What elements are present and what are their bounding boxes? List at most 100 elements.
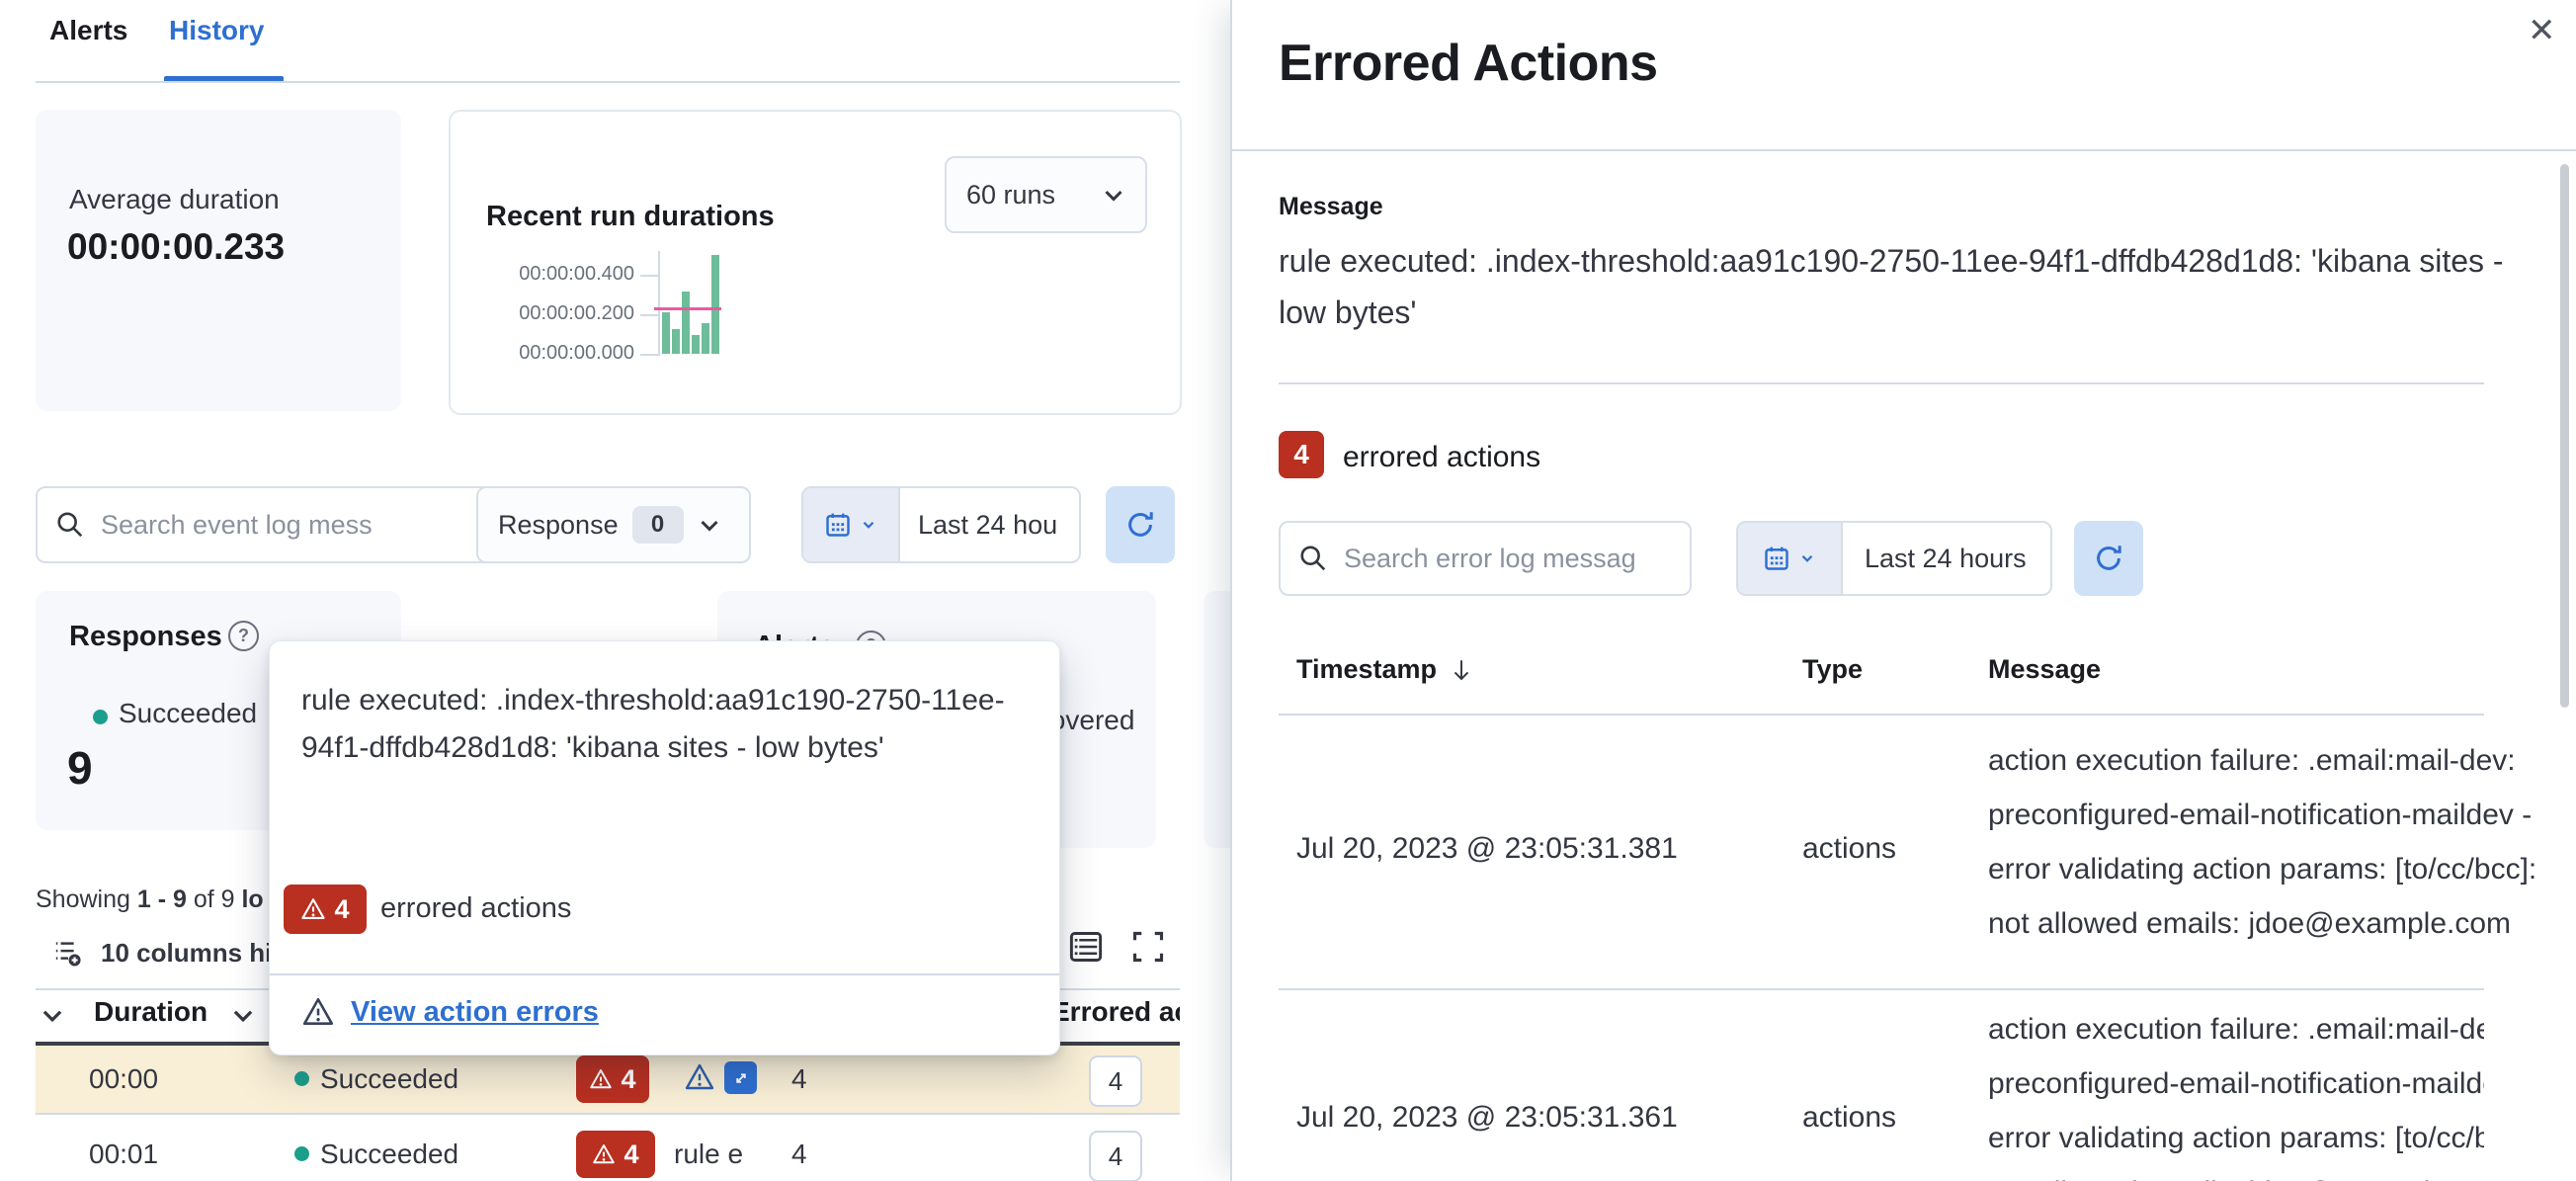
- flyout-scrollbar[interactable]: [2560, 164, 2569, 708]
- succeeded-count: 9: [67, 742, 93, 794]
- cell-type: actions: [1802, 832, 1897, 865]
- fullscreen-icon[interactable]: [1130, 929, 1166, 965]
- message-label: Message: [1279, 193, 1383, 220]
- cell-duration: 00:01: [89, 1139, 159, 1169]
- errored-actions-badge[interactable]: 4: [576, 1055, 649, 1103]
- succeeded-status-dot: [93, 710, 108, 724]
- cell-errored-actions[interactable]: 4: [1089, 1131, 1142, 1181]
- view-action-errors-link[interactable]: View action errors: [301, 995, 599, 1029]
- showing-of: of 9: [186, 886, 242, 913]
- columns-hidden-button[interactable]: 10 columns hid: [53, 937, 288, 969]
- showing-count-text: Showing 1 - 9 of 9 lo: [36, 886, 264, 914]
- timestamp-header-label: Timestamp: [1296, 654, 1438, 684]
- chart-tick-mark: [640, 275, 658, 277]
- help-icon[interactable]: ?: [228, 621, 259, 651]
- message-column-header[interactable]: Message: [1988, 654, 2101, 685]
- average-duration-value: 00:00:00.233: [67, 226, 286, 267]
- calendar-icon: [826, 513, 850, 537]
- error-log-search-input[interactable]: Search error log messag: [1279, 521, 1692, 596]
- chart-y-axis: [658, 251, 660, 356]
- refresh-button[interactable]: [2074, 521, 2143, 596]
- chevron-down-icon: [1801, 554, 1813, 562]
- column-actions-chevron-icon[interactable]: [230, 1002, 256, 1028]
- expand-cell-icon[interactable]: [724, 1061, 757, 1094]
- table-row[interactable]: 00:00 Succeeded 4 4 4: [36, 1046, 1180, 1113]
- warning-outline-icon: [302, 997, 334, 1025]
- cell-type: actions: [1802, 1101, 1897, 1134]
- date-range-label: Last 24 hours: [1865, 543, 2027, 573]
- chart-bar: [702, 323, 709, 354]
- showing-prefix: Showing: [36, 886, 137, 913]
- showing-suffix: lo: [241, 886, 264, 913]
- popover-message: rule executed: .index-threshold:aa91c190…: [301, 684, 1005, 764]
- date-quick-select-button[interactable]: [1738, 523, 1843, 594]
- cell-timestamp: Jul 20, 2023 @ 23:05:31.381: [1296, 832, 1678, 865]
- response-filter-button[interactable]: Response 0: [476, 486, 751, 563]
- errored-actions-flyout: Errored Actions ✕ Message rule executed:…: [1230, 0, 2576, 1181]
- errored-badge-count: 4: [334, 893, 350, 924]
- table-row[interactable]: Jul 20, 2023 @ 23:05:31.361 actions acti…: [1279, 990, 2484, 1181]
- view-action-errors-label: View action errors: [351, 995, 599, 1028]
- chart-ytick-label: 00:00:00.000: [519, 342, 634, 364]
- cell-alerts-count: 4: [791, 1139, 807, 1169]
- tab-alerts[interactable]: Alerts: [49, 15, 127, 46]
- chevron-down-icon: [863, 521, 874, 529]
- average-duration-card: Average duration 00:00:00.233: [36, 110, 401, 411]
- errored-actions-label: errored actions: [380, 892, 572, 924]
- cell-message: action execution failure: .email:mail-de…: [1988, 744, 2537, 940]
- popover-divider: [270, 973, 1059, 975]
- warning-icon: [301, 898, 326, 919]
- cell-errored-actions[interactable]: 4: [1089, 1055, 1142, 1107]
- recent-run-durations-card: Recent run durations 60 runs 00:00:00.00…: [449, 110, 1182, 415]
- duration-column-header[interactable]: Duration: [94, 996, 208, 1028]
- table-row[interactable]: Jul 20, 2023 @ 23:05:31.381 actions acti…: [1279, 716, 2536, 988]
- showing-range: 1 - 9: [136, 886, 187, 913]
- sort-desc-arrow-icon: [1454, 659, 1469, 680]
- chevron-down-icon: [701, 520, 718, 532]
- chart-bar: [662, 312, 670, 354]
- flyout-message: rule executed: .index-threshold:aa91c190…: [1279, 243, 2504, 330]
- errored-actions-badge[interactable]: 4: [576, 1131, 655, 1178]
- columns-icon: [55, 942, 81, 967]
- warning-outline-icon: [685, 1063, 714, 1090]
- tabs-divider: [36, 81, 1180, 83]
- warning-icon: [590, 1069, 613, 1089]
- close-icon[interactable]: ✕: [2528, 14, 2556, 47]
- refresh-icon: [2097, 546, 2121, 570]
- search-placeholder: Search error log messag: [1344, 543, 1636, 573]
- chart-bar: [682, 292, 690, 354]
- calendar-icon: [1765, 547, 1788, 570]
- rule-details-page: Alerts History Average duration 00:00:00…: [0, 0, 2576, 1181]
- chart-ytick-label: 00:00:00.400: [519, 263, 634, 285]
- refresh-button[interactable]: [1106, 486, 1175, 563]
- columns-hidden-label: 10 columns hid: [101, 937, 289, 968]
- errored-badge-count: 4: [621, 1063, 636, 1094]
- display-options-icon[interactable]: [1068, 929, 1104, 965]
- errored-actions-label: errored actions: [1343, 441, 1541, 473]
- type-column-header[interactable]: Type: [1802, 654, 1863, 685]
- search-icon: [57, 512, 83, 538]
- recent-run-durations-title: Recent run durations: [486, 201, 775, 232]
- warning-icon: [593, 1144, 616, 1164]
- date-quick-select-button[interactable]: [803, 488, 900, 561]
- table-row[interactable]: 00:01 Succeeded 4 rule e 4 4: [36, 1115, 1180, 1181]
- search-icon: [1300, 546, 1326, 571]
- error-log-date-picker[interactable]: Last 24 hours: [1736, 521, 2052, 596]
- expander-column-chevron-icon[interactable]: [40, 1002, 65, 1028]
- succeeded-status-dot: [294, 1071, 309, 1086]
- chart-average-line: [654, 307, 721, 311]
- cell-alerts-count: 4: [791, 1063, 807, 1094]
- runs-count-select[interactable]: 60 runs: [945, 156, 1147, 233]
- date-range-label: Last 24 hou: [918, 509, 1058, 540]
- errored-actions-column-header[interactable]: Errored ac: [1051, 996, 1180, 1028]
- response-filter-count-badge: 0: [631, 506, 684, 544]
- succeeded-status-dot: [294, 1146, 309, 1161]
- timestamp-column-header[interactable]: Timestamp: [1296, 654, 1474, 685]
- cell-timestamp: Jul 20, 2023 @ 23:05:31.361: [1296, 1101, 1678, 1134]
- cell-duration: 00:00: [89, 1063, 159, 1094]
- chart-ytick-label: 00:00:00.200: [519, 302, 634, 324]
- event-log-date-picker[interactable]: Last 24 hou: [801, 486, 1081, 563]
- errored-badge-count: 4: [623, 1139, 639, 1169]
- search-placeholder: Search event log mess: [101, 509, 373, 540]
- tab-history[interactable]: History: [169, 15, 264, 46]
